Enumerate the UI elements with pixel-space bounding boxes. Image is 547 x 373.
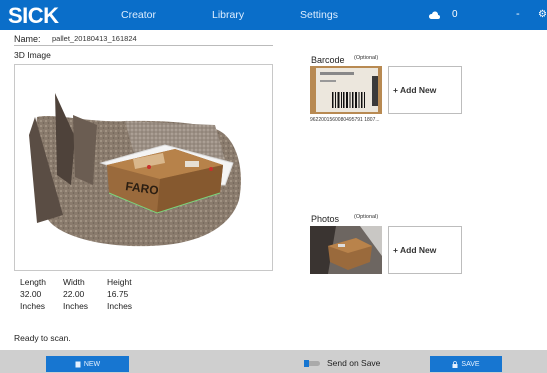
name-label: Name: [14, 34, 41, 44]
photo-thumbnail[interactable] [310, 226, 382, 274]
scan-name-field[interactable]: pallet_20180413_161824 [52, 34, 137, 43]
add-barcode-label: + Add New [393, 85, 437, 95]
length-value: 32.00 [20, 289, 42, 299]
height-unit: Inches [107, 301, 133, 311]
file-icon [75, 361, 81, 367]
sick-logo: SICK [8, 3, 59, 28]
cloud-count: 0 [452, 9, 458, 20]
height-value: 16.75 [107, 289, 129, 299]
send-on-save-label: Send on Save [327, 358, 381, 368]
name-underline [14, 45, 273, 46]
add-barcode-button[interactable]: + Add New [388, 66, 462, 114]
lock-icon [452, 360, 458, 368]
save-button-label: SAVE [461, 360, 480, 368]
width-unit: Inches [63, 301, 89, 311]
barcode-title: Barcode [311, 55, 345, 65]
add-photo-label: + Add New [393, 245, 437, 255]
cloud-icon[interactable] [428, 10, 440, 20]
width-value: 22.00 [63, 289, 85, 299]
photos-optional: (Optional) [354, 214, 379, 220]
minimize-icon[interactable]: - [516, 8, 520, 20]
save-button[interactable]: SAVE [430, 356, 502, 372]
nav-settings[interactable]: Settings [300, 9, 338, 21]
length-unit: Inches [20, 301, 46, 311]
width-label: Width [63, 277, 85, 287]
status-text: Ready to scan. [14, 333, 71, 343]
barcode-optional: (Optional) [354, 55, 379, 61]
new-button-label: NEW [83, 360, 101, 368]
nav-library[interactable]: Library [212, 9, 244, 21]
height-label: Height [107, 277, 132, 287]
toggle-knob[interactable] [304, 360, 309, 367]
height-column: Height 16.75 Inches [107, 276, 132, 312]
barcode-thumbnail[interactable] [310, 66, 382, 114]
image-title: 3D Image [14, 50, 51, 60]
new-button[interactable]: NEW [46, 356, 129, 372]
gear-icon[interactable]: ⚙ [538, 9, 547, 20]
photos-title: Photos [311, 214, 340, 224]
3d-point-cloud-viewer[interactable]: FARO [14, 64, 273, 271]
nav-creator[interactable]: Creator [121, 9, 156, 21]
barcode-number: 9622001560080495791 1807... [310, 117, 380, 123]
top-bar: SICK Creator Library Settings 0 - ⚙ [0, 0, 547, 30]
length-column: Length 32.00 Inches [20, 276, 46, 312]
length-label: Length [20, 277, 46, 287]
width-column: Width 22.00 Inches [63, 276, 88, 312]
add-photo-button[interactable]: + Add New [388, 226, 462, 274]
